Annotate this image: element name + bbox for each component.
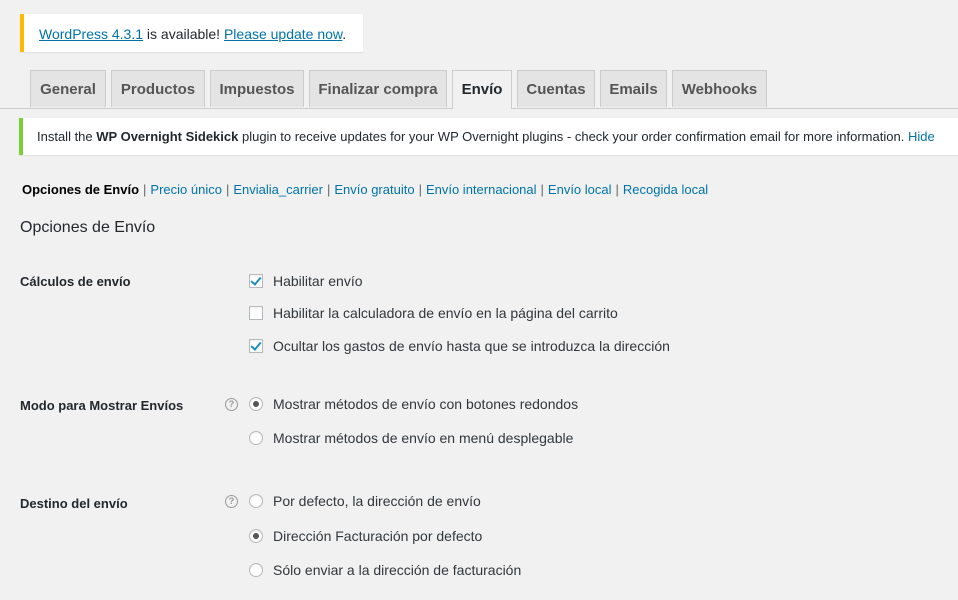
update-now-link[interactable]: Please update now [224, 26, 342, 42]
tab-cuentas[interactable]: Cuentas [517, 70, 595, 107]
wordpress-version-link[interactable]: WordPress 4.3.1 [39, 26, 143, 42]
subnav-envio-internacional[interactable]: Envío internacional [426, 182, 537, 197]
shipping-subnav: Opciones de Envío | Precio único | Envialia_… [22, 182, 708, 197]
subnav-separator: | [143, 182, 147, 197]
subnav-envio-gratuito[interactable]: Envío gratuito [334, 182, 414, 197]
subnav-separator: | [418, 182, 422, 197]
notice-prefix: Install the [37, 129, 97, 144]
direccion-envio-label[interactable]: Por defecto, la dirección de envío [273, 493, 481, 509]
ocultar-gastos-label[interactable]: Ocultar los gastos de envío hasta que se… [273, 338, 670, 354]
direccion-facturacion-label[interactable]: Dirección Facturación por defecto [273, 528, 482, 544]
habilitar-envio-checkbox[interactable] [249, 274, 263, 288]
subnav-opciones-envio[interactable]: Opciones de Envío [22, 182, 139, 197]
modo-mostrar-envios-label: Modo para Mostrar Envíos [20, 398, 184, 413]
tab-productos[interactable]: Productos [111, 70, 205, 107]
direccion-facturacion-radio[interactable] [249, 529, 263, 543]
update-nag: WordPress 4.3.1 is available! Please upd… [20, 14, 363, 52]
direccion-envio-option[interactable]: Por defecto, la dirección de envío [249, 491, 481, 511]
subnav-precio-unico[interactable]: Precio único [150, 182, 222, 197]
menu-desplegable-option[interactable]: Mostrar métodos de envío en menú despleg… [249, 428, 573, 448]
menu-desplegable-radio[interactable] [249, 431, 263, 445]
help-icon[interactable]: ? [225, 495, 238, 508]
botones-redondos-label[interactable]: Mostrar métodos de envío con botones red… [273, 396, 578, 412]
tab-emails[interactable]: Emails [600, 70, 667, 107]
tab-general[interactable]: General [30, 70, 106, 107]
subnav-separator: | [615, 182, 619, 197]
menu-desplegable-label[interactable]: Mostrar métodos de envío en menú despleg… [273, 430, 573, 446]
subnav-separator: | [540, 182, 544, 197]
update-nag-end: . [342, 26, 347, 42]
calculadora-envio-label[interactable]: Habilitar la calculadora de envío en la … [273, 305, 618, 321]
habilitar-envio-label[interactable]: Habilitar envío [273, 273, 363, 289]
update-nag-text: is available! [143, 26, 224, 42]
calculadora-envio-checkbox[interactable] [249, 306, 263, 320]
direccion-facturacion-option[interactable]: Dirección Facturación por defecto [249, 526, 482, 546]
destino-envio-label: Destino del envío [20, 496, 128, 511]
subnav-envio-local[interactable]: Envío local [548, 182, 612, 197]
calculadora-envio-option[interactable]: Habilitar la calculadora de envío en la … [249, 303, 618, 323]
calculos-envio-label: Cálculos de envío [20, 274, 131, 289]
section-title: Opciones de Envío [20, 219, 156, 236]
subnav-separator: | [326, 182, 331, 197]
subnav-separator: | [225, 182, 230, 197]
settings-tabs: General Productos Impuestos Finalizar co… [0, 70, 958, 109]
subnav-envialia-carrier[interactable]: Envialia_carrier [233, 182, 323, 197]
botones-redondos-option[interactable]: Mostrar métodos de envío con botones red… [249, 394, 578, 414]
ocultar-gastos-checkbox[interactable] [249, 339, 263, 353]
direccion-envio-radio[interactable] [249, 494, 263, 508]
notice-hide-link[interactable]: Hide [908, 129, 935, 144]
tab-impuestos[interactable]: Impuestos [210, 70, 304, 107]
botones-redondos-radio[interactable] [249, 397, 263, 411]
notice-plugin-name: WP Overnight Sidekick [96, 129, 239, 144]
solo-facturacion-radio[interactable] [249, 563, 263, 577]
tab-envio[interactable]: Envío [452, 70, 512, 109]
solo-facturacion-label[interactable]: Sólo enviar a la dirección de facturació… [273, 562, 521, 578]
tab-finalizar-compra[interactable]: Finalizar compra [309, 70, 447, 107]
habilitar-envio-option[interactable]: Habilitar envío [249, 271, 363, 291]
sidekick-notice: Install the WP Overnight Sidekick plugin… [19, 118, 958, 155]
help-icon[interactable]: ? [225, 398, 238, 411]
ocultar-gastos-option[interactable]: Ocultar los gastos de envío hasta que se… [249, 336, 670, 356]
notice-suffix: plugin to receive updates for your WP Ov… [238, 129, 908, 144]
subnav-recogida-local[interactable]: Recogida local [623, 182, 708, 197]
tab-webhooks[interactable]: Webhooks [672, 70, 767, 107]
solo-facturacion-option[interactable]: Sólo enviar a la dirección de facturació… [249, 560, 521, 580]
